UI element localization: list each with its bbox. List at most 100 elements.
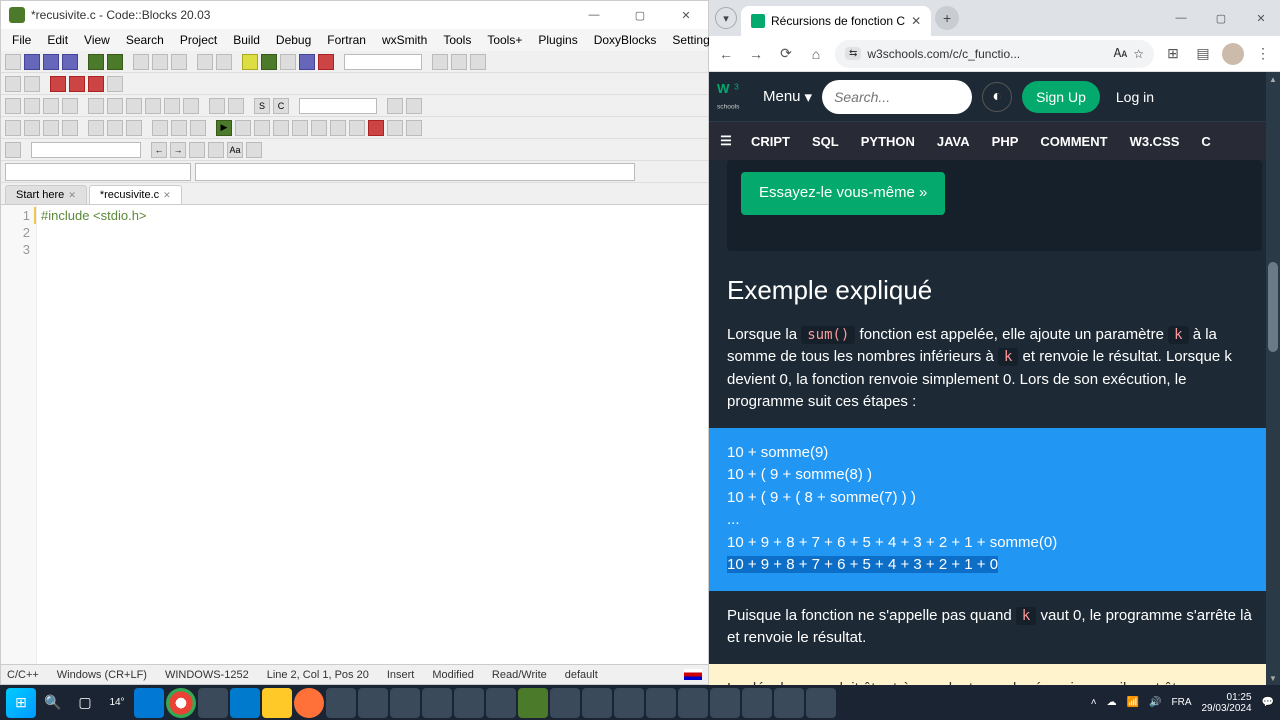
maximize-button[interactable]: ▢ <box>626 5 654 25</box>
login-link[interactable]: Log in <box>1110 89 1160 105</box>
save-all-icon[interactable] <box>62 54 78 70</box>
menu-build[interactable]: Build <box>226 31 267 49</box>
taskbar-app-6[interactable] <box>454 688 484 718</box>
zoom-in-icon[interactable] <box>209 98 225 114</box>
task-view-button[interactable]: ▢ <box>70 688 100 718</box>
run-icon[interactable] <box>261 54 277 70</box>
close-tab-icon[interactable]: ✕ <box>911 14 921 28</box>
close-tab-icon[interactable]: ✕ <box>163 190 171 201</box>
align-vmid-icon[interactable] <box>183 98 199 114</box>
dbg-9-icon[interactable] <box>171 120 187 136</box>
scrollbar-thumb[interactable] <box>1268 262 1278 352</box>
save-icon[interactable] <box>43 54 59 70</box>
code-editor[interactable]: 1 2 3 #include <stdio.h> <box>1 205 708 664</box>
nav-back-icon[interactable] <box>5 76 21 92</box>
tab-start-here[interactable]: Start here ✕ <box>5 185 87 204</box>
new-tab-button[interactable]: + <box>935 6 959 30</box>
address-bar[interactable]: ⇆ w3schools.com/c/c_functio... 🗛 ☆ <box>835 40 1154 68</box>
menu-file[interactable]: File <box>5 31 38 49</box>
weather-widget[interactable]: 14° <box>102 688 132 718</box>
try-yourself-button[interactable]: Essayez-le vous-même » <box>741 172 945 215</box>
info-icon[interactable] <box>406 120 422 136</box>
menu-wxsmith[interactable]: wxSmith <box>375 31 434 49</box>
search-button[interactable]: 🔍 <box>38 688 68 718</box>
taskbar-app-4[interactable] <box>390 688 420 718</box>
menu-project[interactable]: Project <box>173 31 224 49</box>
code-area[interactable]: #include <stdio.h> <box>37 205 708 664</box>
tb5-5-icon[interactable]: Aa <box>227 142 243 158</box>
bookmark-next-icon[interactable] <box>88 76 104 92</box>
replace-icon[interactable] <box>216 54 232 70</box>
zoom-out-icon[interactable] <box>228 98 244 114</box>
minimize-button[interactable]: — <box>580 5 608 25</box>
bookmark-icon[interactable]: ☆ <box>1133 47 1144 61</box>
copy-icon[interactable] <box>152 54 168 70</box>
browser-menu-icon[interactable]: ⋮ <box>1252 43 1274 65</box>
tab-search-button[interactable]: ▾ <box>715 7 737 29</box>
menu-view[interactable]: View <box>77 31 117 49</box>
tb5-next-icon[interactable]: → <box>170 142 186 158</box>
menu-debug[interactable]: Debug <box>269 31 318 49</box>
start-button[interactable]: ⊞ <box>6 688 36 718</box>
align-top-icon[interactable] <box>145 98 161 114</box>
system-tray[interactable]: ˄ ☁ 📶 🔊 FRA 01:25 29/03/2024 💬 <box>1091 692 1274 714</box>
taskbar-chrome-icon[interactable] <box>166 688 196 718</box>
taskbar-vscode-icon[interactable] <box>230 688 260 718</box>
frame-icon[interactable] <box>24 98 40 114</box>
tb5-1-icon[interactable] <box>5 142 21 158</box>
tb5-3-icon[interactable] <box>189 142 205 158</box>
taskbar-app-1[interactable] <box>198 688 228 718</box>
abort-icon[interactable] <box>318 54 334 70</box>
tb5-dropdown[interactable] <box>31 142 141 158</box>
extensions-icon[interactable]: ⊞ <box>1162 43 1184 65</box>
bookmark-toggle-icon[interactable] <box>50 76 66 92</box>
paste-icon[interactable] <box>171 54 187 70</box>
step-out-icon[interactable] <box>292 120 308 136</box>
home-button[interactable]: ⌂ <box>805 43 827 65</box>
w3-search[interactable]: 🔍 <box>822 80 972 114</box>
nav-c[interactable]: C <box>1191 124 1220 159</box>
scope-dropdown[interactable] <box>5 163 191 181</box>
notifications-icon[interactable]: 💬 <box>1262 697 1274 708</box>
taskbar-app-10[interactable] <box>614 688 644 718</box>
taskbar-firefox-icon[interactable] <box>294 688 324 718</box>
dbg-5-icon[interactable] <box>88 120 104 136</box>
dbg-1-icon[interactable] <box>5 120 21 136</box>
menu-doxyblocks[interactable]: DoxyBlocks <box>587 31 664 49</box>
next-line-icon[interactable] <box>254 120 270 136</box>
taskbar-app-12[interactable] <box>678 688 708 718</box>
close-tab-icon[interactable]: ✕ <box>68 190 76 201</box>
nav-back-button[interactable]: ← <box>715 43 737 65</box>
step-into-icon[interactable] <box>273 120 289 136</box>
tray-onedrive-icon[interactable]: ☁ <box>1107 697 1117 708</box>
signup-button[interactable]: Sign Up <box>1022 81 1100 113</box>
dbg-8-icon[interactable] <box>152 120 168 136</box>
nav-python[interactable]: PYTHON <box>851 124 925 159</box>
nav-w3css[interactable]: W3.CSS <box>1120 124 1190 159</box>
taskbar-clock[interactable]: 01:25 29/03/2024 <box>1201 692 1251 714</box>
break-icon[interactable] <box>349 120 365 136</box>
taskbar-app-14[interactable] <box>742 688 772 718</box>
nav-javascript[interactable]: CRIPT <box>741 124 800 159</box>
bookmark-prev-icon[interactable] <box>69 76 85 92</box>
undo-icon[interactable] <box>88 54 104 70</box>
dbg-3-icon[interactable] <box>43 120 59 136</box>
menu-toolsplus[interactable]: Tools+ <box>480 31 529 49</box>
nav-sql[interactable]: SQL <box>802 124 849 159</box>
menu-fortran[interactable]: Fortran <box>320 31 373 49</box>
toolbar-extra-1[interactable] <box>432 54 448 70</box>
open-file-icon[interactable] <box>24 54 40 70</box>
function-dropdown[interactable] <box>195 163 635 181</box>
taskbar-app-16[interactable] <box>806 688 836 718</box>
taskbar-app-9[interactable] <box>582 688 612 718</box>
language-flag-icon[interactable] <box>684 669 702 680</box>
menu-edit[interactable]: Edit <box>40 31 75 49</box>
letter-c-icon[interactable]: C <box>273 98 289 114</box>
menu-search[interactable]: Search <box>119 31 171 49</box>
browser-tab-active[interactable]: Récursions de fonction C ✕ <box>741 6 931 36</box>
redo-icon[interactable] <box>107 54 123 70</box>
select-icon[interactable] <box>5 98 21 114</box>
taskbar-app-7[interactable] <box>486 688 516 718</box>
nav-java[interactable]: JAVA <box>927 124 980 159</box>
toolbar-extra-3[interactable] <box>470 54 486 70</box>
